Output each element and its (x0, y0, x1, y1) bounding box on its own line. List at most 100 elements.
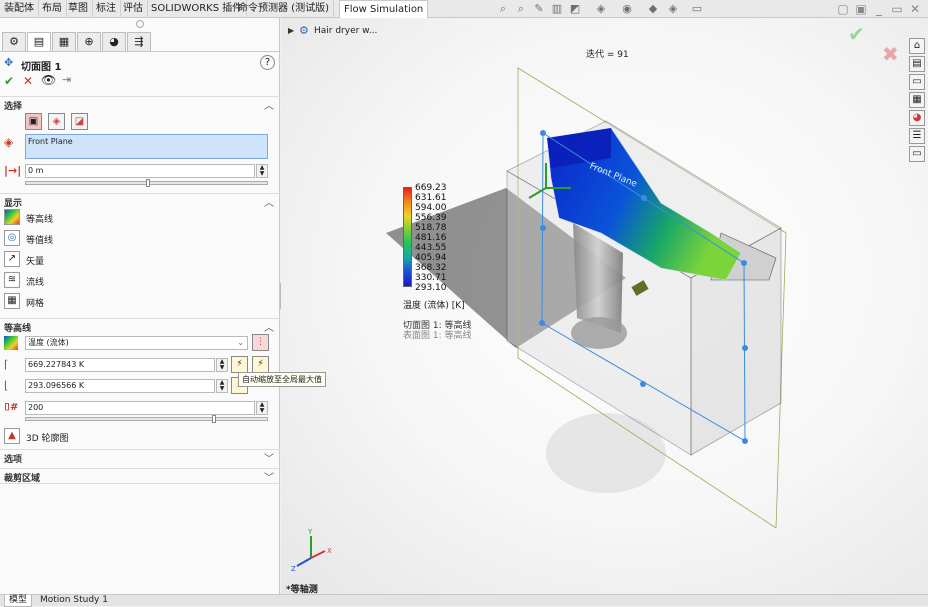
maximize-icon[interactable]: ▭ (890, 2, 904, 16)
chevron-down-icon: ⌄ (237, 338, 244, 347)
section-3d-icon[interactable]: ◈ (48, 113, 65, 130)
flow-analysis-tab-icon[interactable]: ⇶ (127, 32, 151, 51)
global-max-icon[interactable]: ⚡ (252, 356, 269, 373)
tile-icon[interactable]: ▢ (836, 2, 850, 16)
tab-model[interactable]: 模型 (4, 595, 33, 607)
max-spinner[interactable]: ▲ ▼ (216, 358, 228, 372)
restore-down-icon[interactable]: ▣ (854, 2, 868, 16)
contours-section-title: 等高线 (4, 324, 32, 334)
view-orientation-icon[interactable]: ◈ (594, 3, 608, 15)
cancel-icon[interactable]: ✕ (23, 74, 33, 88)
legend-title: 温度 (流体) [K] (403, 301, 465, 311)
property-manager-tab-icon[interactable]: ▤ (27, 32, 51, 51)
options-section-header[interactable]: 选项 ﹀ (0, 449, 280, 465)
chevron-up-icon: ︿ (264, 101, 274, 112)
streamlines-label: 流线 (26, 278, 45, 288)
view-settings-icon[interactable]: ▭ (690, 3, 704, 15)
panel-handle-icon[interactable] (136, 20, 144, 28)
contours-label: 等高线 (26, 215, 54, 225)
offset-spinner[interactable]: ▲ ▼ (256, 164, 268, 178)
tab-addins[interactable]: SOLIDWORKS 插件 (147, 0, 248, 18)
mesh-icon: ▦ (4, 293, 20, 309)
pushpin-icon[interactable]: ⇥ (62, 73, 71, 86)
view-eye-icon[interactable]: 👁 (41, 73, 56, 87)
tab-command-predictor[interactable]: 命令预测器 (测试版) (234, 0, 334, 18)
adjust-min-max-icon[interactable]: ⋮ (252, 334, 269, 351)
tab-layout[interactable]: 布局 (38, 0, 67, 18)
isolines-label: 等值线 (26, 236, 54, 246)
graphics-area[interactable]: ▶ ⚙ Hair dryer w... 迭代 = 91 ✔ ✖ Front Pl… (281, 18, 928, 595)
hide-show-items-icon[interactable]: ◆ (646, 3, 660, 15)
contours-icon (4, 209, 20, 225)
tab-markup[interactable]: 标注 (92, 0, 121, 18)
legend-tick: 631.61 (415, 193, 447, 203)
legend-tick: 368.32 (415, 263, 447, 273)
tab-flow-simulation[interactable]: Flow Simulation (339, 0, 429, 19)
clip-region-section-header[interactable]: 裁剪区域 ﹀ (0, 468, 280, 484)
zoom-area-icon[interactable]: ⌕ (514, 3, 528, 15)
min-input[interactable]: 293.096566 K (25, 379, 215, 393)
clip-region-section-title: 裁剪区域 (4, 474, 41, 484)
axis-triad: Y X Z (291, 528, 332, 573)
levels-slider[interactable] (25, 417, 268, 421)
mesh-label: 网格 (26, 299, 45, 309)
legend-colorbar (403, 187, 412, 287)
legend-tick: 330.71 (415, 273, 447, 283)
parameter-select[interactable]: 温度 (流体) ⌄ (25, 336, 248, 350)
section-plane-offset-icon[interactable]: ◪ (71, 113, 88, 130)
forum-icon[interactable]: ▭ (909, 146, 925, 162)
help-icon[interactable]: ? (260, 55, 275, 70)
display-style-icon[interactable]: ◉ (620, 3, 634, 15)
selection-section-header[interactable]: 选择 ︿ (0, 96, 280, 112)
legend-tick: 518.78 (415, 223, 447, 233)
legend-tick: 405.94 (415, 253, 447, 263)
previous-view-icon[interactable]: ✎ (532, 3, 546, 15)
file-explorer-icon[interactable]: ▭ (909, 74, 925, 90)
section-view-icon[interactable]: ▥ (550, 3, 564, 15)
display-manager-tab-icon[interactable]: ◕ (102, 32, 126, 51)
display-section-header[interactable]: 显示 ︿ (0, 193, 280, 209)
tab-assembly[interactable]: 装配体 (0, 0, 39, 18)
appearances-icon[interactable]: ◕ (909, 110, 925, 126)
section-plane-icon[interactable]: ▣ (25, 113, 42, 130)
auto-scale-max-icon[interactable]: ⚡ (231, 356, 248, 373)
selection-section-title: 选择 (4, 102, 23, 112)
levels-icon: ⌷# (4, 402, 19, 413)
dynamic-annotation-icon[interactable]: ◩ (568, 3, 582, 15)
tab-evaluate[interactable]: 评估 (119, 0, 148, 18)
plane-selection-box[interactable]: Front Plane (25, 134, 268, 159)
contours-section-header[interactable]: 等高线 ︿ (0, 318, 280, 334)
model-view[interactable]: Front Plane Y X Z (281, 18, 928, 594)
levels-slider-thumb[interactable] (212, 415, 216, 423)
home-icon[interactable]: ⌂ (909, 38, 925, 54)
feature-manager-tab-icon[interactable]: ⚙ (2, 32, 26, 51)
cut-plot-icon: ✥ (4, 56, 14, 69)
edit-appearance-icon[interactable]: ◈ (666, 3, 680, 15)
tab-motion-study[interactable]: Motion Study 1 (36, 595, 112, 607)
chevron-up-icon: ︿ (264, 198, 274, 209)
chevron-up-icon: ︿ (264, 323, 274, 334)
ok-icon[interactable]: ✔ (4, 74, 14, 88)
levels-spinner[interactable]: ▲ ▼ (256, 401, 268, 415)
min-spinner[interactable]: ▲ ▼ (216, 379, 228, 393)
plane-select-icon: ◈ (4, 135, 14, 149)
max-input[interactable]: 669.227843 K (25, 358, 215, 372)
minimize-icon[interactable]: _ (872, 2, 886, 16)
legend-tick: 669.23 (415, 183, 447, 193)
design-library-icon[interactable]: ▤ (909, 56, 925, 72)
levels-input[interactable]: 200 (25, 401, 255, 415)
offset-slider-thumb[interactable] (146, 179, 150, 187)
tab-sketch[interactable]: 草图 (64, 0, 93, 18)
configuration-manager-tab-icon[interactable]: ▦ (52, 32, 76, 51)
profile-3d-icon: ▲ (4, 428, 20, 444)
dimxpert-tab-icon[interactable]: ⊕ (77, 32, 101, 51)
legend-tick: 481.16 (415, 233, 447, 243)
custom-properties-icon[interactable]: ☰ (909, 128, 925, 144)
tooltip: 自动缩放至全局最大值 (238, 372, 326, 387)
legend-line-2: 表面图 1: 等高线 (403, 331, 472, 341)
close-icon[interactable]: ✕ (908, 2, 922, 16)
view-palette-icon[interactable]: ▦ (909, 92, 925, 108)
offset-input[interactable]: 0 m (25, 164, 255, 178)
zoom-to-fit-icon[interactable]: ⌕ (496, 3, 510, 15)
isolines-icon: ◎ (4, 230, 20, 246)
